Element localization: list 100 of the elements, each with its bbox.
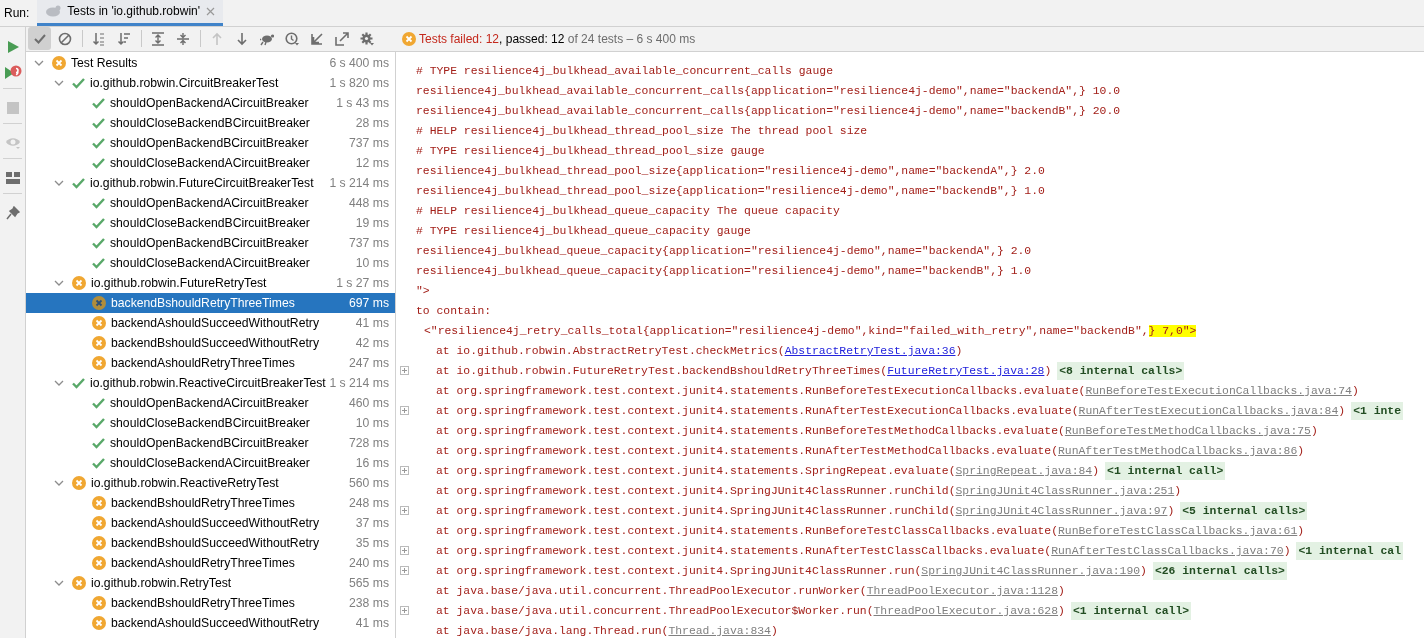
stack-frame: at org.springframework.test.context.junit4.statements.RunAfterTestExecutionCallbacks.evaluate(RunAfterTestExecutionCallbacks.java:84) xyxy=(408,400,1346,421)
tab[interactable]: Tests in 'io.github.robwin' xyxy=(37,0,223,26)
tree-row[interactable]: io.github.robwin.ReactiveRetryTest 560 ms xyxy=(26,472,395,493)
layout-icon[interactable] xyxy=(6,172,20,184)
expand-icon[interactable] xyxy=(400,366,409,376)
internal-calls-badge[interactable]: <1 inte xyxy=(1351,401,1403,420)
expand-icon[interactable] xyxy=(400,406,409,416)
source-link[interactable]: SpringJUnit4ClassRunner.java:251 xyxy=(955,484,1175,497)
source-link[interactable]: RunAfterTestClassCallbacks.java:70 xyxy=(1051,544,1284,557)
tree-row[interactable]: shouldCloseBackendBCircuitBreaker 28 ms xyxy=(26,112,395,133)
tree-row[interactable]: io.github.robwin.CircuitBreakerTest 1 s 820 ms xyxy=(26,72,395,93)
source-link[interactable]: Thread.java:834 xyxy=(668,624,771,637)
tree-row[interactable]: shouldOpenBackendACircuitBreaker 448 ms xyxy=(26,192,395,213)
tree-row[interactable]: backendAshouldSucceedWithoutRetry 41 ms xyxy=(26,312,395,333)
close-icon[interactable] xyxy=(206,7,215,17)
tree-row[interactable]: backendBshouldRetryThreeTimes 248 ms xyxy=(26,492,395,513)
internal-calls-badge[interactable]: <1 internal call> xyxy=(1105,461,1226,480)
duration: 728 ms xyxy=(349,434,389,452)
tree-row[interactable]: backendBshouldSucceedWithoutRetry 35 ms xyxy=(26,532,395,553)
chevron-icon[interactable] xyxy=(54,379,64,386)
import-icon xyxy=(309,31,324,46)
tree-row[interactable]: shouldOpenBackendACircuitBreaker 1 s 43 ms xyxy=(26,92,395,113)
test-name: shouldOpenBackendBCircuitBreaker xyxy=(110,134,309,152)
sort-alpha-icon xyxy=(91,31,106,46)
pin-icon[interactable] xyxy=(6,206,20,220)
duration: 16 ms xyxy=(355,454,389,472)
tree-row[interactable]: io.github.robwin.FutureRetryTest 1 s 27 ms xyxy=(26,272,395,293)
expand-icon[interactable] xyxy=(400,606,409,616)
tree-row[interactable]: backendAshouldSucceedWithoutRetry 37 ms xyxy=(26,512,395,533)
source-link[interactable]: ThreadPoolExecutor.java:628 xyxy=(873,604,1059,617)
check-button[interactable] xyxy=(28,27,51,51)
tree-row[interactable]: shouldOpenBackendBCircuitBreaker 728 ms xyxy=(26,432,395,453)
source-link[interactable]: RunAfterTestExecutionCallbacks.java:84 xyxy=(1078,404,1339,417)
test-name: io.github.robwin.RetryTest xyxy=(91,574,232,592)
tree-row[interactable]: Test Results 6 s 400 ms xyxy=(26,52,395,73)
source-link[interactable]: FutureRetryTest.java:28 xyxy=(887,364,1045,377)
source-link[interactable]: AbstractRetryTest.java:36 xyxy=(784,344,956,357)
tree-row[interactable]: shouldCloseBackendACircuitBreaker 10 ms xyxy=(26,252,395,273)
expand-icon[interactable] xyxy=(400,566,409,576)
stack-frame: at org.springframework.test.context.junit4.SpringJUnit4ClassRunner.runChild(SpringJUnit4ClassRunner.java:97) xyxy=(408,500,1175,521)
test-name: backendAshouldSucceedWithoutRetry xyxy=(111,614,319,632)
internal-calls-badge[interactable]: <26 internal calls> xyxy=(1152,561,1287,580)
chevron-icon[interactable] xyxy=(34,59,44,66)
stack-frame: at org.springframework.test.context.junit4.statements.RunBeforeTestMethodCallbacks.evaluate(RunBeforeTestMethodCallbacks.java:75) xyxy=(408,420,1318,441)
internal-calls-badge[interactable]: <5 internal calls> xyxy=(1180,501,1308,520)
tree-row[interactable]: shouldCloseBackendACircuitBreaker 16 ms xyxy=(26,452,395,473)
tree-row[interactable]: backendAshouldRetryThreeTimes 247 ms xyxy=(26,352,395,373)
tree-row[interactable]: shouldOpenBackendBCircuitBreaker 737 ms xyxy=(26,132,395,153)
tree-row[interactable]: backendAshouldSucceedWithoutRetry 41 ms xyxy=(26,612,395,633)
tree-row[interactable]: shouldCloseBackendBCircuitBreaker 10 ms xyxy=(26,412,395,433)
expand-icon[interactable] xyxy=(400,466,409,476)
panel-label: Run: xyxy=(3,5,31,22)
test-name: backendAshouldSucceedWithoutRetry xyxy=(111,514,319,532)
console-line: resilience4j_bulkhead_thread_pool_size{application="resilience4j-demo",name="backendA",} 2.0 xyxy=(415,163,1045,179)
source-link[interactable]: SpringJUnit4ClassRunner.java:190 xyxy=(921,564,1141,577)
tree-row[interactable]: io.github.robwin.FutureCircuitBreakerTest 1 s 214 ms xyxy=(26,172,395,193)
source-link[interactable]: RunBeforeTestExecutionCallbacks.java:74 xyxy=(1085,384,1352,397)
collapse-all-icon xyxy=(175,31,190,46)
internal-calls-badge[interactable]: <8 internal calls> xyxy=(1057,361,1185,380)
settings-icon xyxy=(359,31,374,46)
tree-row[interactable]: backendAshouldRetryThreeTimes 240 ms xyxy=(26,552,395,573)
source-link[interactable]: SpringJUnit4ClassRunner.java:97 xyxy=(955,504,1168,517)
console-line: to contain: xyxy=(415,303,492,319)
source-link[interactable]: RunBeforeTestMethodCallbacks.java:75 xyxy=(1064,424,1311,437)
chevron-icon[interactable] xyxy=(54,579,64,586)
internal-calls-badge[interactable]: <1 internal call> xyxy=(1070,601,1192,620)
rerun-failed-icon[interactable] xyxy=(4,65,22,81)
source-link[interactable]: ThreadPoolExecutor.java:1128 xyxy=(866,584,1059,597)
internal-calls-badge[interactable]: <1 internal cal xyxy=(1296,541,1403,560)
expand-icon[interactable] xyxy=(400,546,409,556)
tree-row[interactable]: shouldOpenBackendACircuitBreaker 460 ms xyxy=(26,392,395,413)
source-link[interactable]: RunAfterTestMethodCallbacks.java:86 xyxy=(1058,444,1298,457)
duration: 565 ms xyxy=(349,574,389,592)
run-icon[interactable] xyxy=(6,40,20,54)
chevron-icon[interactable] xyxy=(54,479,64,486)
duration: 35 ms xyxy=(355,534,389,552)
test-name: backendBshouldRetryThreeTimes xyxy=(111,494,295,512)
duration: 1 s 214 ms xyxy=(329,374,389,392)
source-link[interactable]: SpringRepeat.java:84 xyxy=(955,464,1093,477)
test-name: Test Results xyxy=(71,54,138,72)
test-name: shouldCloseBackendACircuitBreaker xyxy=(110,154,310,172)
chevron-icon[interactable] xyxy=(54,79,64,86)
tree-row[interactable]: shouldOpenBackendBCircuitBreaker 737 ms xyxy=(26,232,395,253)
tree-row[interactable]: io.github.robwin.ReactiveCircuitBreakerTest 1 s 214 ms xyxy=(26,372,395,393)
console-line: # HELP resilience4j_bulkhead_thread_pool_size The thread pool size xyxy=(415,123,868,139)
tree-row[interactable]: backendBshouldRetryThreeTimes 697 ms xyxy=(26,292,395,313)
tree-row[interactable]: shouldCloseBackendACircuitBreaker 12 ms xyxy=(26,152,395,173)
tree-row[interactable]: io.github.robwin.RetryTest 565 ms xyxy=(26,572,395,593)
duration: 240 ms xyxy=(349,554,389,572)
tree-row[interactable]: shouldCloseBackendBCircuitBreaker 19 ms xyxy=(26,212,395,233)
test-name: shouldCloseBackendBCircuitBreaker xyxy=(110,214,310,232)
tree-row[interactable]: backendBshouldRetryThreeTimes 238 ms xyxy=(26,592,395,613)
test-name: shouldOpenBackendBCircuitBreaker xyxy=(110,434,309,452)
source-link[interactable]: RunBeforeTestClassCallbacks.java:61 xyxy=(1058,524,1298,537)
chevron-icon[interactable] xyxy=(54,279,64,286)
duration: 560 ms xyxy=(349,474,389,492)
tree-row[interactable]: backendBshouldSucceedWithoutRetry 42 ms xyxy=(26,332,395,353)
expand-icon[interactable] xyxy=(400,506,409,516)
chevron-icon[interactable] xyxy=(54,179,64,186)
test-name: io.github.robwin.FutureCircuitBreakerTest xyxy=(90,174,314,192)
